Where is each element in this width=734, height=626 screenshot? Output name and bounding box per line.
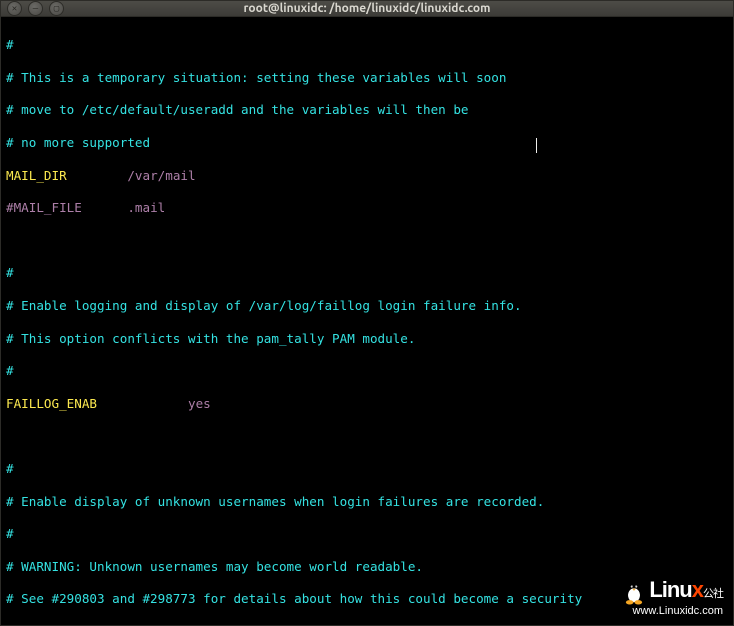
comment-unk3: # See #290803 and #298773 for details ab… (6, 591, 582, 606)
close-button[interactable]: ✕ (7, 1, 22, 16)
comment-hash: # (6, 526, 14, 541)
terminal-content[interactable]: # # This is a temporary situation: setti… (1, 17, 733, 625)
comment-faillog2: # This option conflicts with the pam_tal… (6, 331, 415, 346)
comment-unk4: # concern (6, 624, 74, 625)
comment-unk2: # WARNING: Unknown usernames may become … (6, 559, 423, 574)
maildir-key: MAIL_DIR (6, 168, 67, 183)
comment-tempsit2: # move to /etc/default/useradd and the v… (6, 102, 469, 117)
window-title: root@linuxidc: /home/linuxidc/linuxidc.c… (1, 2, 733, 15)
mailfile-value: .mail (127, 200, 165, 215)
maildir-value: /var/mail (127, 168, 195, 183)
minimize-button[interactable]: – (28, 1, 43, 16)
comment-tempsit3: # no more supported (6, 135, 150, 150)
mailfile-key: #MAIL_FILE (6, 200, 82, 215)
comment-faillog1: # Enable logging and display of /var/log… (6, 298, 522, 313)
comment-hash: # (6, 37, 14, 52)
comment-hash: # (6, 265, 14, 280)
titlebar: ✕ – ▢ root@linuxidc: /home/linuxidc/linu… (1, 1, 733, 17)
window-controls: ✕ – ▢ (7, 1, 64, 16)
comment-hash: # (6, 461, 14, 476)
text-cursor (536, 138, 537, 153)
terminal-window: ✕ – ▢ root@linuxidc: /home/linuxidc/linu… (0, 0, 734, 626)
faillog-value: yes (188, 396, 211, 411)
maximize-button[interactable]: ▢ (49, 1, 64, 16)
faillog-key: FAILLOG_ENAB (6, 396, 97, 411)
comment-unk1: # Enable display of unknown usernames wh… (6, 494, 544, 509)
comment-hash: # (6, 363, 14, 378)
comment-tempsit1: # This is a temporary situation: setting… (6, 70, 506, 85)
